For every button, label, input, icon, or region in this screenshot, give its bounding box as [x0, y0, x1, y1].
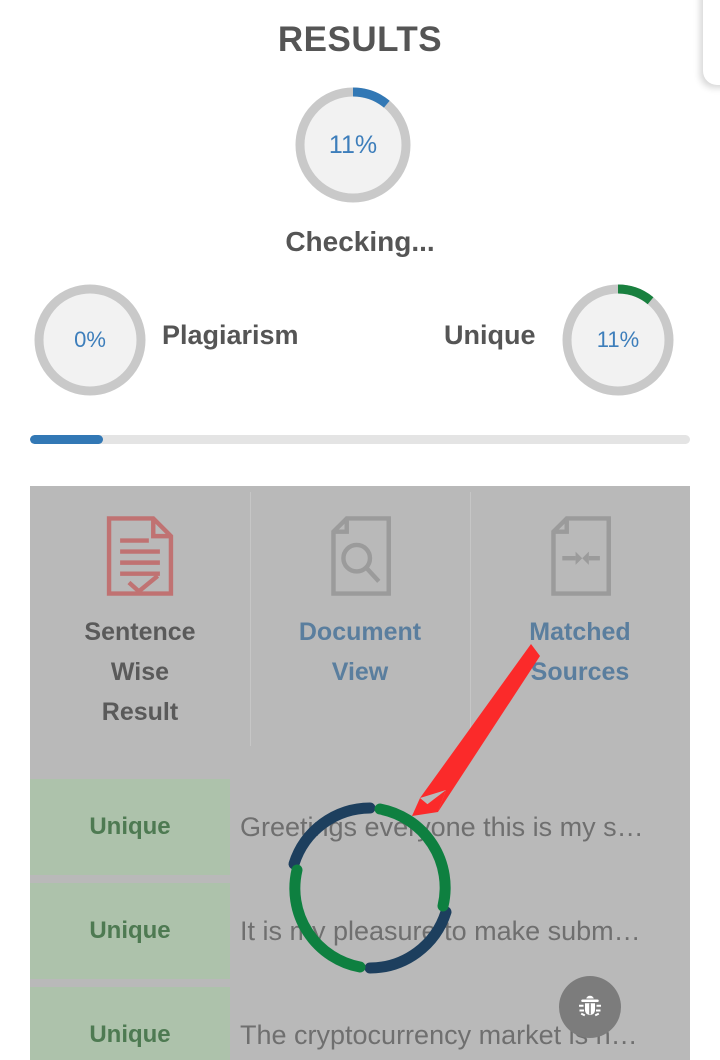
document-check-icon [106, 516, 174, 596]
document-search-icon [331, 516, 391, 596]
document-compare-icon [551, 516, 611, 596]
app-root: RESULTS 11% Checking... 0% Plagiarism Un… [0, 0, 720, 1060]
plagiarism-label: Plagiarism [162, 320, 299, 350]
result-view-tabs: Sentence Wise Result Document View Match… [30, 486, 690, 766]
row-status-badge: Unique [30, 987, 230, 1060]
unique-gauge: 11% [560, 282, 676, 398]
bug-icon [579, 995, 601, 1017]
page-title: RESULTS [277, 20, 443, 59]
plagiarism-gauge-value: 0% [74, 327, 106, 352]
plagiarism-gauge: 0% [32, 282, 148, 398]
check-progress-fill [30, 435, 103, 444]
tab-label-sentence-wise-result: Sentence Wise Result [84, 618, 196, 726]
unique-gauge-value: 11% [596, 327, 640, 352]
row-status-badge: Unique [30, 883, 230, 979]
unique-label: Unique [444, 320, 536, 350]
row-status-badge: Unique [30, 779, 230, 875]
overall-progress-gauge: 11% [293, 85, 413, 205]
row-sentence-text: The cryptocurrency market is n… [240, 1019, 638, 1050]
status-text: Checking... [285, 226, 435, 257]
red-arrow-annotation [412, 644, 540, 816]
bug-report-button[interactable] [559, 976, 621, 1038]
overall-gauge-value: 11% [328, 130, 378, 159]
check-progress-bar [30, 435, 690, 444]
tab-sentence-wise-result[interactable]: Sentence Wise Result [30, 486, 250, 766]
